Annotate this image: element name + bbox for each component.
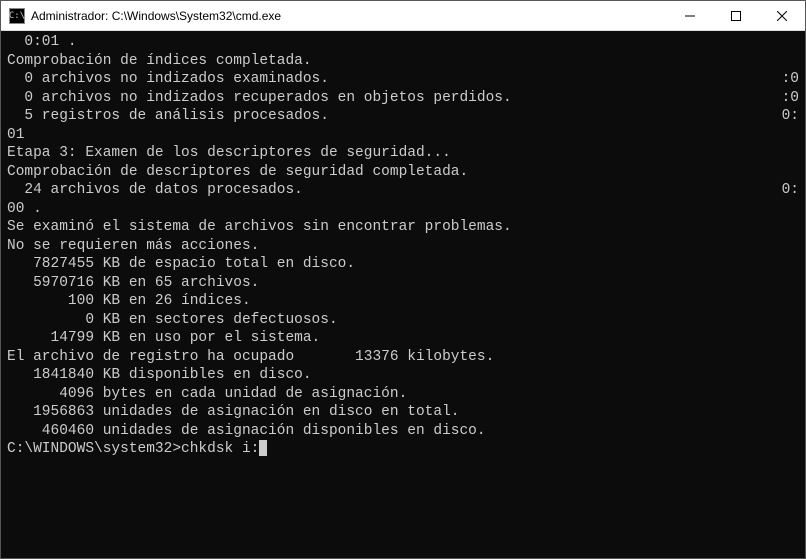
output-line: 14799 KB en uso por el sistema.: [7, 329, 799, 348]
line-text: 24 archivos de datos procesados.: [7, 181, 782, 200]
line-text: No se requieren más acciones.: [7, 237, 799, 256]
line-text: 460460 unidades de asignación disponible…: [7, 422, 799, 441]
output-line: 1841840 KB disponibles en disco.: [7, 366, 799, 385]
output-line: Comprobación de descriptores de segurida…: [7, 163, 799, 182]
maximize-icon: [731, 11, 741, 21]
line-text: 100 KB en 26 índices.: [7, 292, 799, 311]
minimize-icon: [685, 11, 695, 21]
line-right-text: :0: [782, 89, 799, 108]
line-right-text: :0: [782, 70, 799, 89]
output-line: 5970716 KB en 65 archivos.: [7, 274, 799, 293]
output-line: Etapa 3: Examen de los descriptores de s…: [7, 144, 799, 163]
line-text: 0 KB en sectores defectuosos.: [7, 311, 799, 330]
output-line: 460460 unidades de asignación disponible…: [7, 422, 799, 441]
line-text: 1956863 unidades de asignación en disco …: [7, 403, 799, 422]
titlebar[interactable]: C:\ Administrador: C:\Windows\System32\c…: [1, 1, 805, 31]
line-text: 4096 bytes en cada unidad de asignación.: [7, 385, 799, 404]
line-text: 1841840 KB disponibles en disco.: [7, 366, 799, 385]
line-text: 00 .: [7, 200, 799, 219]
output-line: 4096 bytes en cada unidad de asignación.: [7, 385, 799, 404]
output-line: Comprobación de índices completada.: [7, 52, 799, 71]
prompt-line[interactable]: C:\WINDOWS\system32>chkdsk i:: [7, 440, 799, 459]
output-line: 1956863 unidades de asignación en disco …: [7, 403, 799, 422]
line-text: 0:01 .: [7, 33, 799, 52]
cmd-window: C:\ Administrador: C:\Windows\System32\c…: [0, 0, 806, 559]
output-line: 0 archivos no indizados recuperados en o…: [7, 89, 799, 108]
line-text: 5970716 KB en 65 archivos.: [7, 274, 799, 293]
output-line: El archivo de registro ha ocupado 13376 …: [7, 348, 799, 367]
output-line: 100 KB en 26 índices.: [7, 292, 799, 311]
line-text: 14799 KB en uso por el sistema.: [7, 329, 799, 348]
prompt-path: C:\WINDOWS\system32>: [7, 440, 181, 459]
maximize-button[interactable]: [713, 1, 759, 31]
line-text: 0 archivos no indizados examinados.: [7, 70, 782, 89]
line-text: 0 archivos no indizados recuperados en o…: [7, 89, 782, 108]
output-line: 0 archivos no indizados examinados.:0: [7, 70, 799, 89]
terminal-output[interactable]: 0:01 .Comprobación de índices completada…: [1, 31, 805, 558]
command-input[interactable]: chkdsk i:: [181, 440, 259, 459]
line-right-text: 0:: [782, 181, 799, 200]
line-text: Se examinó el sistema de archivos sin en…: [7, 218, 799, 237]
line-text: 5 registros de análisis procesados.: [7, 107, 782, 126]
output-line: 0:01 .: [7, 33, 799, 52]
line-right-text: 0:: [782, 107, 799, 126]
output-line: 00 .: [7, 200, 799, 219]
cmd-icon: C:\: [9, 8, 25, 24]
output-line: 0 KB en sectores defectuosos.: [7, 311, 799, 330]
line-text: Comprobación de descriptores de segurida…: [7, 163, 799, 182]
output-line: 7827455 KB de espacio total en disco.: [7, 255, 799, 274]
line-text: Comprobación de índices completada.: [7, 52, 799, 71]
window-controls: [667, 1, 805, 31]
output-line: 24 archivos de datos procesados.0:: [7, 181, 799, 200]
line-text: 01: [7, 126, 799, 145]
line-text: Etapa 3: Examen de los descriptores de s…: [7, 144, 799, 163]
close-icon: [777, 11, 787, 21]
output-line: Se examinó el sistema de archivos sin en…: [7, 218, 799, 237]
output-line: 01: [7, 126, 799, 145]
minimize-button[interactable]: [667, 1, 713, 31]
output-line: 5 registros de análisis procesados.0:: [7, 107, 799, 126]
output-line: No se requieren más acciones.: [7, 237, 799, 256]
window-title: Administrador: C:\Windows\System32\cmd.e…: [31, 9, 667, 23]
close-button[interactable]: [759, 1, 805, 31]
line-text: 7827455 KB de espacio total en disco.: [7, 255, 799, 274]
line-text: El archivo de registro ha ocupado 13376 …: [7, 348, 799, 367]
cursor-icon: [259, 440, 267, 456]
